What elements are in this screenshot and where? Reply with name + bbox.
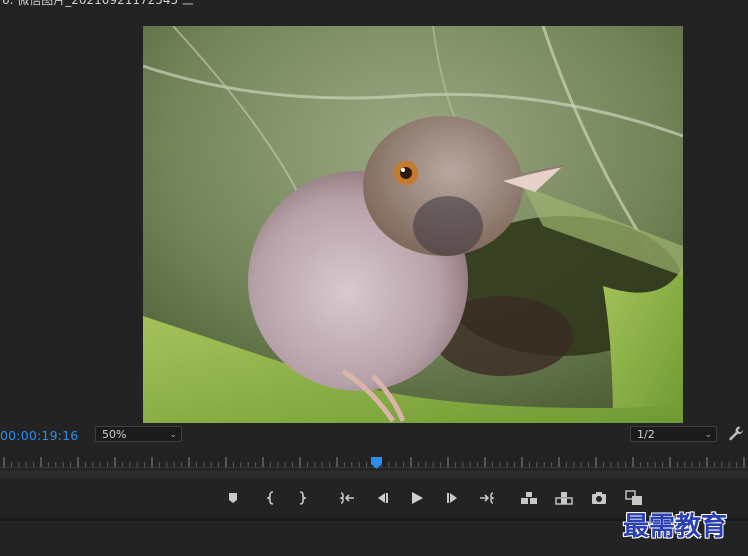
- mark-out-button[interactable]: [292, 488, 312, 508]
- compare-icon: [625, 490, 642, 505]
- watermark-logo: 最需教育: [623, 512, 728, 542]
- window-title: 6. 微信图片_20210921172545 三: [2, 0, 194, 7]
- chevron-down-icon: ⌄: [704, 430, 712, 440]
- add-marker-button[interactable]: [223, 488, 243, 508]
- timecode-display[interactable]: 00:00:19:16: [0, 428, 78, 443]
- insert-icon: [521, 492, 537, 504]
- wrench-icon[interactable]: [727, 425, 745, 443]
- play-button[interactable]: [407, 488, 427, 508]
- overwrite-icon: [555, 492, 573, 505]
- go-to-in-button[interactable]: [337, 488, 357, 508]
- go-to-out-button[interactable]: [477, 488, 497, 508]
- step-forward-button[interactable]: [443, 488, 463, 508]
- resolution-value: 1/2: [637, 428, 655, 441]
- compare-view-button[interactable]: [624, 488, 644, 508]
- mark-out-icon: [299, 491, 307, 505]
- playhead[interactable]: [371, 454, 382, 469]
- go-to-in-icon: [339, 492, 354, 504]
- video-frame: [143, 26, 683, 423]
- zoom-select[interactable]: 50% ⌄: [95, 426, 182, 442]
- overwrite-button[interactable]: [554, 488, 574, 508]
- program-monitor[interactable]: [0, 8, 748, 424]
- step-back-button[interactable]: [372, 488, 392, 508]
- camera-icon: [592, 492, 606, 504]
- insert-button[interactable]: [519, 488, 539, 508]
- resolution-select[interactable]: 1/2 ⌄: [630, 426, 717, 442]
- chevron-down-icon: ⌄: [169, 430, 177, 440]
- monitor-controls: 00:00:19:16 50% ⌄ 1/2 ⌄: [0, 424, 748, 446]
- bird-image: [143, 26, 683, 423]
- mark-in-icon: [266, 491, 274, 505]
- title-strip: 6. 微信图片_20210921172545 三: [0, 0, 748, 8]
- zoom-value: 50%: [102, 428, 127, 441]
- step-back-icon: [378, 493, 388, 503]
- scroll-bar[interactable]: [0, 470, 748, 478]
- mark-in-button[interactable]: [261, 488, 281, 508]
- go-to-out-icon: [480, 492, 495, 504]
- play-icon: [412, 492, 423, 504]
- step-forward-icon: [447, 493, 457, 503]
- marker-icon: [229, 493, 237, 503]
- export-frame-button[interactable]: [589, 488, 609, 508]
